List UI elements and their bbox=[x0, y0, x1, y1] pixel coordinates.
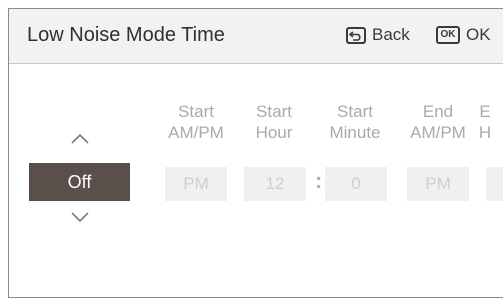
down-arrow-icon[interactable] bbox=[70, 211, 90, 223]
start-minute-label: Start Minute bbox=[329, 102, 381, 142]
ok-label: OK bbox=[466, 25, 491, 44]
start-hour-label: Start Hour bbox=[255, 102, 293, 142]
back-icon bbox=[346, 26, 366, 44]
start-minute-field[interactable]: 0 bbox=[325, 167, 387, 201]
header-bar: Low Noise Mode Time Back OK OK bbox=[9, 9, 503, 64]
mode-selector[interactable]: Off bbox=[29, 163, 130, 201]
end-ampm-label: End AM/PM bbox=[410, 102, 466, 142]
ok-button[interactable]: OK OK bbox=[436, 25, 491, 45]
ok-icon: OK bbox=[436, 26, 460, 44]
start-hour-field[interactable]: 12 bbox=[244, 167, 306, 201]
time-separator: : bbox=[315, 168, 323, 193]
low-noise-mode-time-panel: Low Noise Mode Time Back OK OK Off Start… bbox=[8, 8, 503, 298]
end-hour-label: EH bbox=[478, 102, 492, 142]
start-ampm-field[interactable]: PM bbox=[165, 167, 227, 201]
end-ampm-field[interactable]: PM bbox=[407, 167, 469, 201]
back-button[interactable]: Back bbox=[346, 25, 410, 45]
page-title: Low Noise Mode Time bbox=[27, 24, 225, 46]
end-hour-field[interactable] bbox=[486, 167, 503, 201]
up-arrow-icon[interactable] bbox=[70, 133, 90, 145]
back-label: Back bbox=[372, 25, 410, 44]
start-ampm-label: Start AM/PM bbox=[168, 102, 224, 142]
